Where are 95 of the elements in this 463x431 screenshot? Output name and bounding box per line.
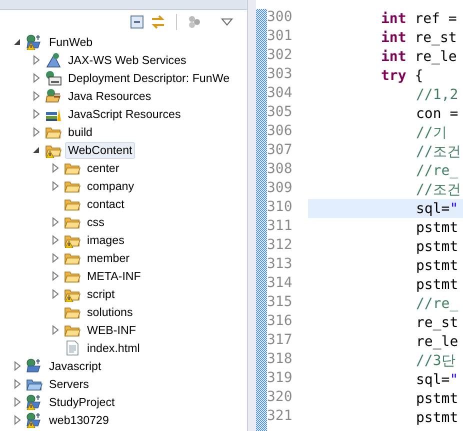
line-number: 306 xyxy=(267,123,294,141)
code-token: int xyxy=(381,30,406,46)
line-number: 319 xyxy=(267,370,294,388)
line-number: 304 xyxy=(267,85,294,103)
expand-arrow-icon[interactable] xyxy=(50,289,60,299)
code-token: pstmt xyxy=(416,276,458,292)
tree-item[interactable]: Deployment Descriptor: FunWe xyxy=(65,70,233,86)
line-number: 315 xyxy=(267,294,294,312)
expand-arrow-icon[interactable] xyxy=(50,235,60,245)
line-number: 312 xyxy=(267,237,294,255)
tree-item[interactable]: WEB-INF xyxy=(84,322,139,338)
line-number: 320 xyxy=(267,389,294,407)
line-number: 318 xyxy=(267,351,294,369)
expand-arrow-icon[interactable] xyxy=(12,397,22,407)
code-token: //조건 xyxy=(416,180,461,198)
tree-item[interactable]: css xyxy=(84,214,108,230)
expand-arrow-icon[interactable] xyxy=(50,253,60,263)
expand-arrow-icon[interactable] xyxy=(31,127,41,137)
line-number: 313 xyxy=(267,256,294,274)
line-number: 308 xyxy=(267,161,294,179)
collapse-arrow-icon[interactable] xyxy=(12,37,22,47)
tree-item[interactable]: JavaScript Resources xyxy=(65,106,184,122)
line-number: 305 xyxy=(267,104,294,122)
expand-arrow-icon[interactable] xyxy=(50,325,60,335)
code-token: int xyxy=(381,10,406,26)
tree-item[interactable]: FunWeb xyxy=(46,34,96,50)
tree-item[interactable]: META-INF xyxy=(84,268,144,284)
line-number: 316 xyxy=(267,313,294,331)
tree-item[interactable]: solutions xyxy=(84,304,136,320)
expand-arrow-icon[interactable] xyxy=(31,109,41,119)
collapse-all-icon[interactable] xyxy=(130,14,144,28)
tree-item[interactable]: Javascript xyxy=(46,358,104,374)
code-token: sql= xyxy=(416,200,450,216)
line-number: 309 xyxy=(267,180,294,198)
code-token: int xyxy=(381,48,406,64)
tree-item[interactable]: script xyxy=(84,286,118,302)
code-token: //re_ xyxy=(416,162,458,178)
code-token: re_st xyxy=(414,30,457,46)
line-number: 300 xyxy=(267,9,294,27)
code-token: pstmt xyxy=(416,410,458,426)
line-number: 310 xyxy=(267,199,294,217)
line-number: 321 xyxy=(267,408,294,426)
tree-item[interactable]: build xyxy=(65,124,96,140)
tree-item[interactable]: WebContent xyxy=(65,142,136,158)
tree-item[interactable]: center xyxy=(84,160,122,176)
code-token: re_st xyxy=(416,314,458,330)
expand-arrow-icon[interactable] xyxy=(50,181,60,191)
code-token: pstmt xyxy=(416,390,458,406)
expand-arrow-icon[interactable] xyxy=(50,271,60,281)
code-token: try xyxy=(381,68,406,84)
code-token: re_le xyxy=(414,48,457,64)
code-token: re_le xyxy=(416,334,458,350)
tree-item[interactable]: contact xyxy=(84,196,128,212)
line-number: 302 xyxy=(267,47,294,65)
tree-item[interactable]: company xyxy=(84,178,138,194)
expand-arrow-icon[interactable] xyxy=(31,55,41,65)
expand-arrow-icon[interactable] xyxy=(50,217,60,227)
code-token: //3단 xyxy=(416,352,456,370)
line-number: 301 xyxy=(267,28,294,46)
code-token: con = xyxy=(416,106,458,122)
line-number: 314 xyxy=(267,275,294,293)
code-token: //조건 xyxy=(416,142,461,160)
expand-arrow-icon[interactable] xyxy=(31,73,41,83)
expand-arrow-icon[interactable] xyxy=(12,415,22,425)
line-number: 307 xyxy=(267,142,294,160)
code-token: pstmt xyxy=(416,238,458,254)
code-token: //1,2 xyxy=(416,86,458,102)
code-token: " xyxy=(450,200,458,216)
code-token: pstmt xyxy=(416,220,458,236)
line-number: 311 xyxy=(267,218,294,236)
code-token: " xyxy=(450,372,458,388)
code-token: //기 xyxy=(416,124,447,142)
tree-item[interactable]: JAX-WS Web Services xyxy=(65,52,190,68)
tree-item[interactable]: Servers xyxy=(46,376,92,392)
tree-item[interactable]: index.html xyxy=(84,340,143,356)
line-number: 317 xyxy=(267,332,294,350)
code-token: pstmt xyxy=(416,258,458,274)
tree-item[interactable]: member xyxy=(84,250,133,266)
expand-arrow-icon[interactable] xyxy=(50,163,60,173)
collapse-arrow-icon[interactable] xyxy=(31,145,41,155)
expand-arrow-icon[interactable] xyxy=(12,361,22,371)
code-token: sql= xyxy=(416,372,450,388)
expand-arrow-icon[interactable] xyxy=(31,91,41,101)
code-token: ref = xyxy=(414,10,457,26)
tree-item[interactable]: Java Resources xyxy=(65,88,154,104)
expand-arrow-icon[interactable] xyxy=(12,379,22,389)
circles-icon[interactable] xyxy=(187,14,201,28)
view-menu-icon[interactable] xyxy=(221,16,233,26)
tree-item[interactable]: web130729 xyxy=(46,412,112,428)
code-token: { xyxy=(414,68,424,84)
line-number: 303 xyxy=(267,66,294,84)
link-arrows-icon[interactable] xyxy=(150,14,166,28)
tree-item[interactable]: StudyProject xyxy=(46,394,118,410)
code-token: //re_ xyxy=(416,296,458,312)
tree-item[interactable]: images xyxy=(84,232,128,248)
